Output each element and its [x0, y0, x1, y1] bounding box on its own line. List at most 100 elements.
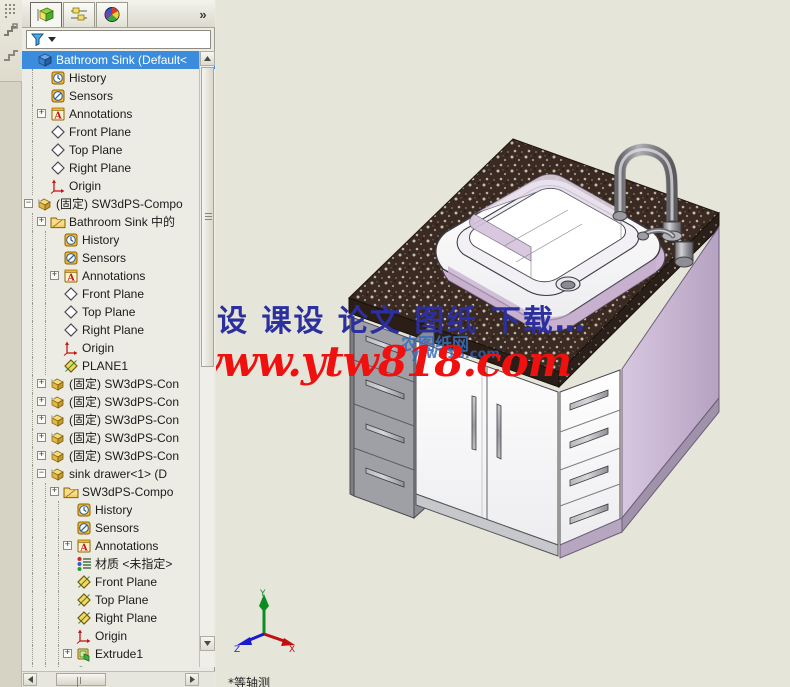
tree-connector-line: [45, 357, 46, 375]
view-orientation-label: *等轴测: [228, 676, 271, 687]
expand-node-icon[interactable]: +: [37, 379, 46, 388]
tree-connector-line: [32, 627, 33, 645]
scroll-left-arrow-icon[interactable]: [23, 673, 37, 686]
bathroom-sink-model[interactable]: [216, 0, 790, 687]
tree-item-20[interactable]: + (固定) SW3dPS-Con: [22, 411, 215, 429]
origin-icon: [50, 178, 66, 194]
folder-mate-icon: [50, 214, 66, 230]
scroll-right-arrow-icon[interactable]: [185, 673, 199, 686]
plane-gold-icon: [76, 592, 92, 608]
tree-item-32[interactable]: Origin: [22, 627, 215, 645]
collapse-node-icon[interactable]: −: [24, 199, 33, 208]
tree-item-label: History: [69, 71, 107, 85]
tree-connector-line: [32, 87, 33, 105]
tree-filter-bar[interactable]: [26, 30, 211, 49]
tree-item-8[interactable]: − (固定) SW3dPS-Compo: [22, 195, 215, 213]
tree-scroll-thumb[interactable]: [201, 67, 214, 367]
toolbar-grip-handle[interactable]: [4, 3, 18, 18]
tree-connector-line: [32, 69, 33, 87]
tree-item-16[interactable]: Origin: [22, 339, 215, 357]
tree-item-4[interactable]: Front Plane: [22, 123, 215, 141]
expand-node-icon[interactable]: +: [50, 271, 59, 280]
expand-node-icon[interactable]: +: [37, 397, 46, 406]
expand-node-icon[interactable]: +: [37, 415, 46, 424]
svg-text:A: A: [66, 273, 75, 284]
expand-node-icon[interactable]: +: [37, 217, 46, 226]
tree-connector-line: [45, 249, 46, 267]
tree-connector-line: [32, 357, 33, 375]
step-chart-icon-2[interactable]: [3, 48, 19, 64]
tree-item-23[interactable]: − sink drawer<1> (D: [22, 465, 215, 483]
tab-feature-manager[interactable]: [30, 2, 62, 27]
tree-connector-line: [32, 573, 33, 591]
tree-item-18[interactable]: + (固定) SW3dPS-Con: [22, 375, 215, 393]
expand-node-icon[interactable]: +: [37, 433, 46, 442]
tree-connector-line: [32, 645, 33, 663]
tree-item-0[interactable]: Bathroom Sink (Default<: [22, 51, 215, 69]
tree-item-21[interactable]: + (固定) SW3dPS-Con: [22, 429, 215, 447]
tree-connector-line: [45, 231, 46, 249]
tree-horizontal-scrollbar[interactable]: [22, 671, 215, 687]
expand-node-icon[interactable]: +: [37, 451, 46, 460]
feature-tree[interactable]: Bathroom Sink (Default< History Sensors + A A…: [22, 51, 215, 667]
graphics-viewport[interactable]: 农图纸网 ytw818.com 毕设 课设 论文 图纸 下载… www.ytw8…: [216, 0, 790, 687]
part-icon: [37, 196, 53, 212]
tree-connector-line: [32, 177, 33, 195]
tree-item-14[interactable]: Top Plane: [22, 303, 215, 321]
tree-item-10[interactable]: History: [22, 231, 215, 249]
tree-item-19[interactable]: + (固定) SW3dPS-Con: [22, 393, 215, 411]
funnel-filter-icon: [30, 33, 45, 47]
expand-node-icon[interactable]: +: [63, 541, 72, 550]
tree-item-24[interactable]: + SW3dPS-Compo: [22, 483, 215, 501]
tree-item-25[interactable]: History: [22, 501, 215, 519]
tree-item-label: (固定) SW3dPS-Con: [69, 413, 180, 427]
scroll-up-arrow-icon[interactable]: [200, 51, 215, 66]
tree-item-3[interactable]: + A Annotations: [22, 105, 215, 123]
gutter-toolbar-top: [0, 0, 22, 82]
tree-vertical-scrollbar[interactable]: [199, 51, 215, 667]
tree-connector-line: [58, 519, 59, 537]
assembly-icon: [37, 52, 53, 68]
tab-configuration-manager[interactable]: [96, 2, 128, 27]
tree-item-28[interactable]: 材质 <未指定>: [22, 555, 215, 573]
tree-item-31[interactable]: Right Plane: [22, 609, 215, 627]
tab-property-manager[interactable]: [63, 2, 95, 27]
expand-node-icon[interactable]: +: [50, 487, 59, 496]
sensors-icon: [76, 520, 92, 536]
tabs-overflow-button[interactable]: »: [193, 4, 211, 24]
tree-item-2[interactable]: Sensors: [22, 87, 215, 105]
tree-item-22[interactable]: + (固定) SW3dPS-Con: [22, 447, 215, 465]
scroll-down-arrow-icon[interactable]: [200, 636, 215, 651]
tree-item-11[interactable]: Sensors: [22, 249, 215, 267]
tree-hscroll-thumb[interactable]: [56, 673, 106, 687]
tree-item-7[interactable]: Origin: [22, 177, 215, 195]
expand-node-icon[interactable]: +: [37, 109, 46, 118]
tree-item-15[interactable]: Right Plane: [22, 321, 215, 339]
tree-item-label: Front Plane: [95, 575, 158, 589]
tree-item-13[interactable]: Front Plane: [22, 285, 215, 303]
tree-item-label: History: [82, 233, 120, 247]
tree-item-5[interactable]: Top Plane: [22, 141, 215, 159]
tree-item-27[interactable]: + A Annotations: [22, 537, 215, 555]
tree-connector-line: [45, 627, 46, 645]
chevron-down-icon[interactable]: [48, 37, 56, 42]
tree-item-17[interactable]: PLANE1: [22, 357, 215, 375]
tree-item-9[interactable]: + Bathroom Sink 中的: [22, 213, 215, 231]
tree-item-1[interactable]: History: [22, 69, 215, 87]
plane-icon: [50, 142, 66, 158]
tree-connector-line: [58, 663, 59, 667]
tree-item-label: Origin: [69, 179, 102, 193]
tree-item-30[interactable]: Top Plane: [22, 591, 215, 609]
expand-node-icon[interactable]: +: [63, 649, 72, 658]
step-chart-icon[interactable]: [3, 22, 19, 38]
left-gutter-toolbar: [0, 0, 22, 687]
tree-item-29[interactable]: Front Plane: [22, 573, 215, 591]
tree-item-6[interactable]: Right Plane: [22, 159, 215, 177]
plane-icon: [63, 322, 79, 338]
tree-connector-line: [32, 537, 33, 555]
tree-item-33[interactable]: + Extrude1: [22, 645, 215, 663]
collapse-node-icon[interactable]: −: [37, 469, 46, 478]
tree-item-12[interactable]: + A Annotations: [22, 267, 215, 285]
tree-item-34[interactable]: Fillet1: [22, 663, 215, 667]
tree-item-26[interactable]: Sensors: [22, 519, 215, 537]
